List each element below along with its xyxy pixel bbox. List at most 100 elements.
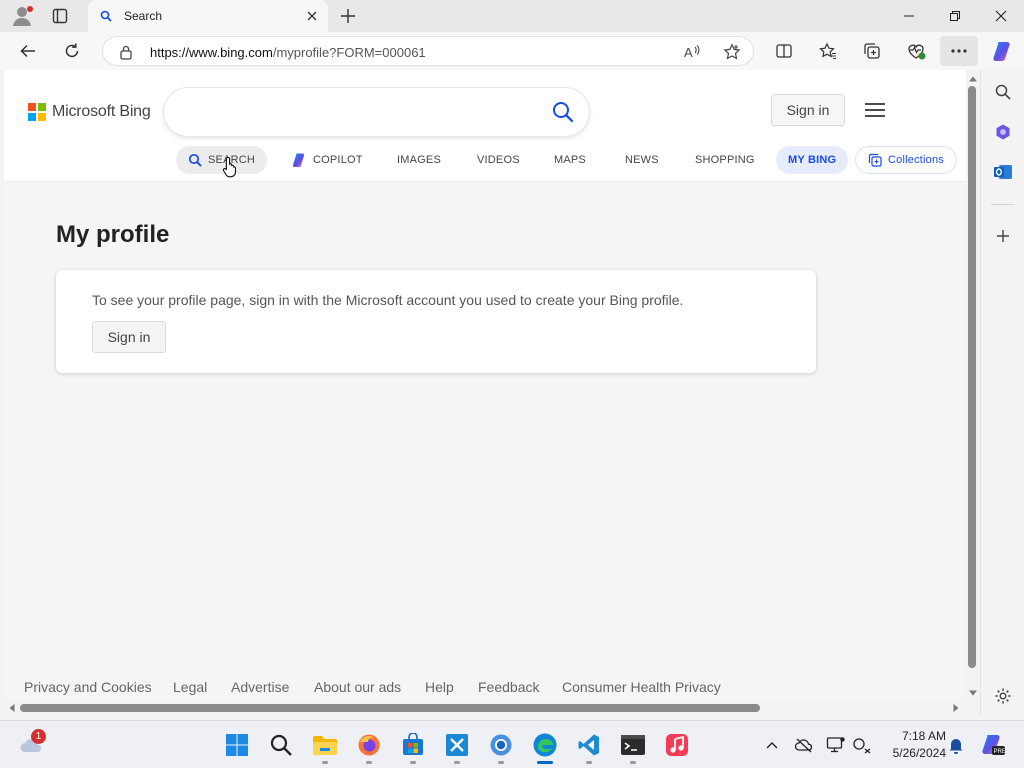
onedrive-offline-icon[interactable] — [794, 735, 814, 755]
footer-link-privacy[interactable]: Privacy and Cookies — [24, 679, 152, 695]
add-sidebar-app-icon[interactable] — [991, 224, 1015, 248]
browser-essentials-icon[interactable] — [904, 40, 928, 62]
running-indicator — [498, 761, 504, 764]
profile-card: To see your profile page, sign in with t… — [56, 270, 816, 373]
copilot-preview-icon[interactable]: PRE — [978, 731, 1006, 759]
settings-more-icon[interactable] — [940, 36, 978, 66]
profile-icon[interactable] — [10, 4, 34, 28]
display-icon[interactable] — [826, 735, 846, 755]
vertical-scrollbar[interactable] — [966, 70, 980, 700]
tab-actions-icon[interactable] — [48, 4, 72, 28]
back-icon[interactable] — [16, 40, 40, 62]
scope-shopping[interactable]: SHOPPING — [695, 146, 755, 174]
scroll-left-icon[interactable] — [7, 703, 17, 713]
sign-in-button[interactable]: Sign in — [771, 94, 845, 126]
show-hidden-icons-chevron-icon[interactable] — [762, 735, 782, 755]
footer-link-feedback[interactable]: Feedback — [478, 679, 539, 695]
bing-header: Microsoft Bing Sign in SEARCH COPILOT IM… — [4, 70, 966, 182]
scope-maps[interactable]: MAPS — [554, 146, 586, 174]
logo-green-square — [38, 103, 46, 111]
refresh-icon[interactable] — [60, 40, 84, 62]
horizontal-scrollbar[interactable] — [4, 700, 966, 716]
scope-images[interactable]: IMAGES — [397, 146, 441, 174]
collections-icon[interactable] — [860, 40, 884, 62]
scroll-up-icon[interactable] — [968, 74, 978, 84]
browser-toolbar: https://www.bing.com/myprofile?FORM=0000… — [0, 32, 1024, 70]
file-explorer-icon[interactable] — [311, 731, 339, 759]
running-indicator — [322, 761, 328, 764]
network-status-icon[interactable] — [852, 735, 872, 755]
browser-title-bar: Search — [0, 0, 1024, 32]
sidebar-divider — [991, 204, 1015, 205]
active-app-indicator — [537, 761, 553, 764]
lock-icon[interactable] — [119, 44, 133, 60]
scope-copilot[interactable]: COPILOT — [291, 146, 363, 174]
outlook-icon[interactable] — [991, 160, 1015, 184]
vscode-icon[interactable] — [575, 731, 603, 759]
scope-collections[interactable]: Collections — [855, 146, 958, 174]
scope-news[interactable]: NEWS — [625, 146, 659, 174]
copilot-icon[interactable] — [990, 40, 1014, 62]
search-input[interactable] — [184, 100, 544, 124]
footer-link-consumer-health[interactable]: Consumer Health Privacy — [562, 679, 721, 695]
scroll-down-icon[interactable] — [968, 688, 978, 698]
microsoft-store-icon[interactable] — [399, 731, 427, 759]
edge-sidebar — [980, 70, 1024, 716]
tab-search[interactable]: Search — [88, 0, 328, 32]
url-path: /myprofile?FORM=000061 — [272, 45, 426, 60]
start-windows-icon[interactable] — [223, 731, 251, 759]
footer-link-legal[interactable]: Legal — [173, 679, 207, 695]
svg-text:PRE: PRE — [994, 749, 1006, 755]
footer-link-advertise[interactable]: Advertise — [231, 679, 289, 695]
bing-search-favicon-icon — [100, 10, 112, 22]
horizontal-scroll-thumb[interactable] — [20, 704, 760, 712]
editor-app-icon[interactable] — [443, 731, 471, 759]
restore-icon[interactable] — [932, 0, 978, 32]
vertical-scroll-thumb[interactable] — [968, 86, 976, 668]
scroll-right-icon[interactable] — [951, 703, 961, 713]
microsoft-logo-icon — [28, 103, 46, 121]
search-box — [164, 88, 589, 136]
address-bar[interactable]: https://www.bing.com/myprofile?FORM=0000… — [102, 36, 754, 66]
hand-cursor-icon — [222, 156, 240, 178]
edge-icon[interactable] — [531, 731, 559, 759]
card-sign-in-button[interactable]: Sign in — [92, 321, 166, 353]
url-text[interactable]: https://www.bing.com/myprofile?FORM=0000… — [150, 45, 426, 60]
system-clock[interactable]: 7:18 AM 5/26/2024 — [880, 728, 946, 762]
close-window-icon[interactable] — [978, 0, 1024, 32]
music-app-icon[interactable] — [663, 731, 691, 759]
sidebar-settings-icon[interactable] — [991, 684, 1015, 708]
split-screen-icon[interactable] — [772, 40, 796, 62]
logo-blue-square — [28, 113, 36, 121]
favorite-star-icon[interactable] — [723, 43, 741, 61]
terminal-icon[interactable] — [619, 731, 647, 759]
microsoft-bing-logo[interactable]: Microsoft Bing — [28, 103, 151, 121]
scope-collections-label: Collections — [888, 154, 945, 166]
page-title: My profile — [56, 221, 170, 248]
search-icon — [188, 153, 208, 167]
new-tab-icon[interactable] — [338, 6, 358, 26]
sidebar-search-icon[interactable] — [991, 80, 1015, 104]
notification-bell-icon[interactable] — [946, 735, 966, 755]
close-tab-icon[interactable] — [304, 8, 320, 24]
hamburger-menu-icon[interactable] — [862, 98, 888, 122]
search-icon[interactable] — [551, 100, 575, 124]
taskbar-search-icon[interactable] — [267, 731, 295, 759]
logo-red-square — [28, 103, 36, 111]
chrome-icon[interactable] — [487, 731, 515, 759]
clock-date: 5/26/2024 — [892, 746, 946, 760]
collections-icon — [868, 153, 888, 167]
sidebar-copilot-icon[interactable] — [991, 120, 1015, 144]
firefox-icon[interactable] — [355, 731, 383, 759]
read-aloud-icon[interactable]: A — [683, 43, 701, 61]
favorites-icon[interactable] — [816, 40, 840, 62]
url-domain: https://www.bing.com — [150, 45, 273, 60]
running-indicator — [630, 761, 636, 764]
svg-text:A: A — [684, 45, 693, 60]
minimize-icon[interactable] — [886, 0, 932, 32]
footer-link-about-ads[interactable]: About our ads — [314, 679, 401, 695]
scope-videos[interactable]: VIDEOS — [477, 146, 520, 174]
tab-title: Search — [124, 9, 163, 23]
scope-my-bing[interactable]: MY BING — [776, 146, 849, 174]
footer-link-help[interactable]: Help — [425, 679, 454, 695]
